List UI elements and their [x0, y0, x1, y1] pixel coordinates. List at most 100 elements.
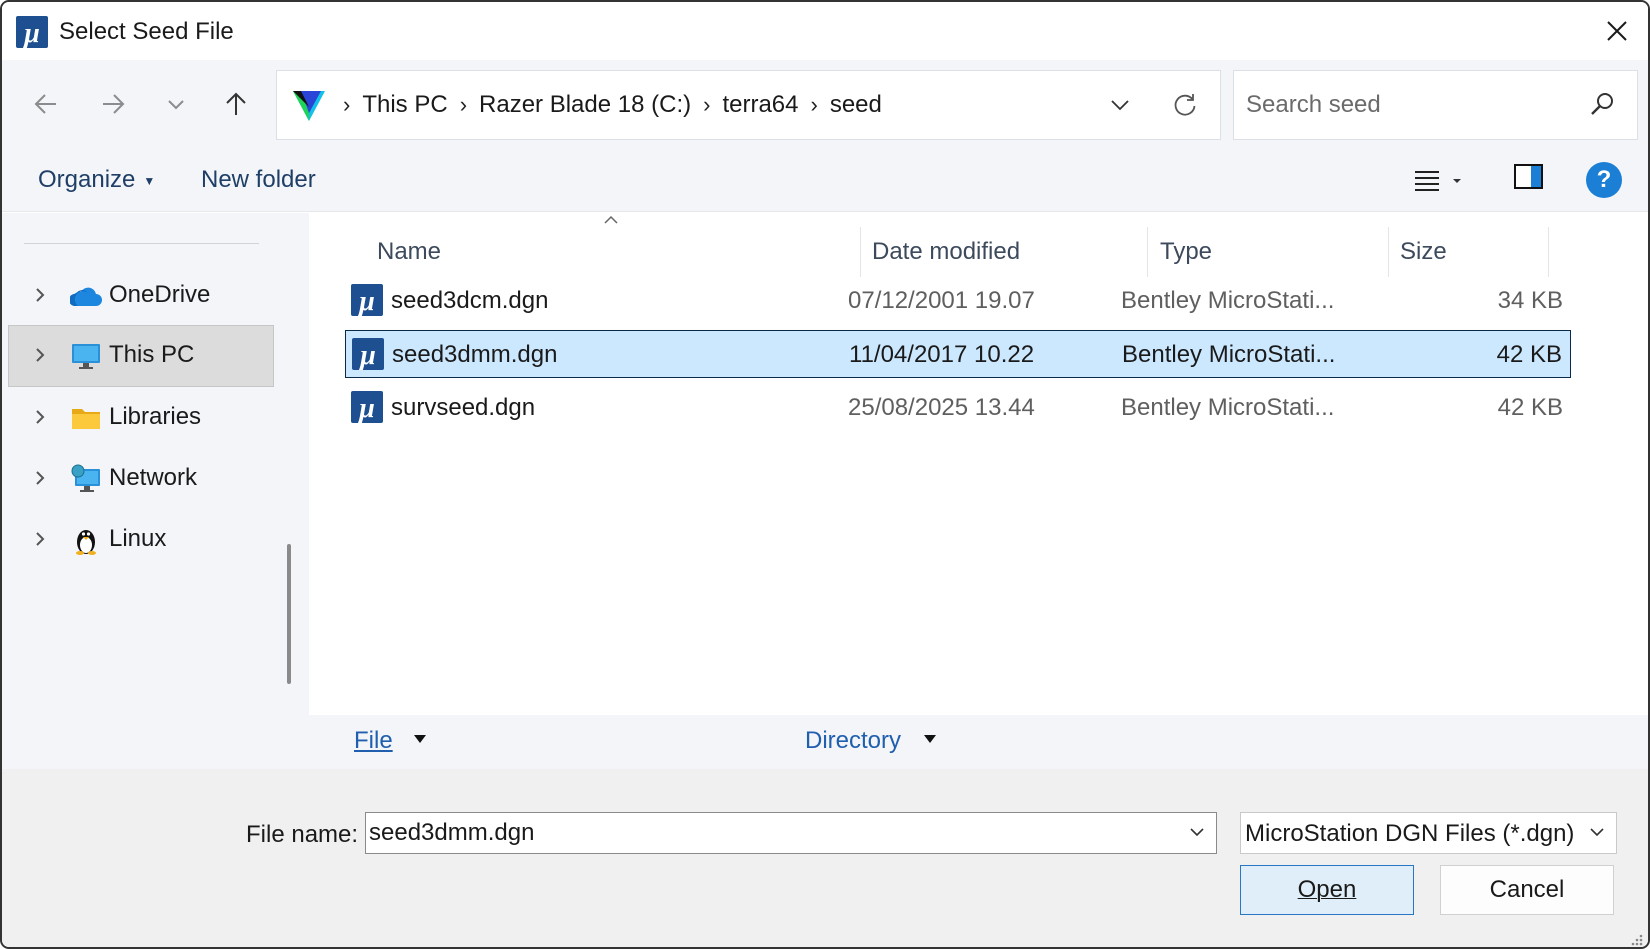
column-header-type[interactable]: Type [1160, 227, 1212, 277]
chevron-right-icon[interactable] [30, 345, 50, 365]
file-row-seed3dcm[interactable]: μ seed3dcm.dgn 07/12/2001 19.07 Bentley … [345, 277, 1571, 325]
column-divider[interactable] [1147, 227, 1148, 277]
address-history-button[interactable] [1102, 87, 1138, 123]
sidebar-scrollbar[interactable] [287, 544, 291, 684]
file-row-survseed[interactable]: μ survseed.dgn 25/08/2025 13.44 Bentley … [345, 384, 1571, 432]
sidebar-divider [24, 243, 259, 244]
chevron-right-icon[interactable] [30, 407, 50, 427]
sidebar-scroll-gutter [277, 213, 309, 715]
file-date: 11/04/2017 10.22 [849, 341, 1035, 368]
column-header-name[interactable]: Name [377, 227, 441, 277]
caret-down-icon: ▼ [143, 173, 156, 188]
breadcrumb-separator-icon: › [343, 92, 351, 117]
terra-logo-icon [293, 91, 325, 121]
breadcrumb-this-pc[interactable]: This PC [362, 91, 447, 119]
sidebar-item-linux[interactable]: Linux [8, 509, 274, 571]
preview-pane-button[interactable] [1514, 164, 1548, 198]
file-name: survseed.dgn [391, 394, 536, 421]
up-button[interactable] [216, 84, 256, 124]
file-type-select[interactable]: MicroStation DGN Files (*.dgn) [1240, 812, 1617, 854]
svg-text:μ: μ [358, 340, 376, 370]
microstation-file-icon: μ [351, 391, 383, 423]
sidebar-item-label: This PC [109, 341, 195, 368]
column-divider[interactable] [1548, 227, 1549, 277]
breadcrumb-drive[interactable]: Razer Blade 18 (C:) [479, 91, 691, 119]
chevron-down-icon[interactable] [1188, 825, 1206, 839]
chevron-down-icon [168, 100, 184, 110]
network-icon [71, 464, 100, 492]
close-button[interactable] [1600, 14, 1634, 48]
file-row-seed3dmm[interactable]: μ seed3dmm.dgn 11/04/2017 10.22 Bentley … [345, 330, 1571, 378]
change-view-button[interactable] [1414, 164, 1476, 198]
sidebar-item-label: Network [109, 464, 198, 491]
forward-button[interactable] [93, 84, 133, 124]
file-mode-label: File [354, 727, 393, 754]
arrow-right-icon [103, 94, 125, 114]
file-mode-dropdown-icon[interactable] [412, 733, 428, 745]
column-divider[interactable] [1388, 227, 1389, 277]
column-divider[interactable] [860, 227, 861, 277]
breadcrumb-separator-icon[interactable]: › [703, 92, 710, 118]
chevron-right-icon[interactable] [30, 529, 50, 549]
help-button[interactable]: ? [1586, 162, 1622, 198]
file-type-value: MicroStation DGN Files (*.dgn) [1245, 820, 1575, 847]
sidebar-item-libraries[interactable]: Libraries [8, 387, 274, 449]
select-seed-file-dialog: μ Select Seed File › This PC › Razer Bla… [0, 0, 1650, 949]
new-folder-button[interactable]: New folder [201, 166, 316, 194]
monitor-icon [72, 344, 100, 369]
chevron-right-icon[interactable] [30, 285, 50, 305]
sidebar-item-label: OneDrive [109, 281, 211, 308]
refresh-icon [1174, 94, 1196, 116]
file-mode-link[interactable]: File [354, 727, 393, 755]
microstation-file-icon: μ [352, 338, 384, 370]
breadcrumb-separator-icon[interactable]: › [810, 92, 817, 118]
open-button[interactable]: Open [1240, 865, 1414, 915]
file-name: seed3dcm.dgn [391, 287, 549, 314]
close-icon [1607, 21, 1627, 41]
window-title: Select Seed File [59, 18, 234, 45]
navigation-pane: OneDrive This PC Libraries Network Linux [2, 213, 277, 715]
search-input[interactable] [1246, 87, 1576, 123]
resize-grip-icon[interactable] [1628, 931, 1644, 947]
directory-mode-link[interactable]: Directory [805, 727, 901, 755]
organize-label: Organize [38, 166, 136, 193]
sidebar-item-network[interactable]: Network [8, 448, 274, 510]
details-view-icon [1415, 171, 1439, 191]
sort-ascending-icon [604, 215, 618, 224]
cancel-button[interactable]: Cancel [1440, 865, 1614, 915]
title-bar: μ Select Seed File [2, 2, 1648, 60]
file-name: seed3dmm.dgn [392, 341, 558, 368]
svg-text:μ: μ [22, 18, 40, 48]
selection-mode-strip: File Directory [2, 715, 1648, 769]
breadcrumb-terra64[interactable]: terra64 [722, 91, 798, 119]
directory-mode-dropdown-icon[interactable] [922, 733, 938, 745]
search-box[interactable] [1233, 70, 1638, 140]
sidebar-item-this-pc[interactable]: This PC [8, 325, 274, 387]
file-date: 07/12/2001 19.07 [848, 287, 1035, 314]
file-name-input[interactable] [369, 817, 1169, 849]
svg-text:μ: μ [357, 286, 375, 316]
column-header-size[interactable]: Size [1400, 227, 1447, 277]
refresh-button[interactable] [1167, 87, 1203, 123]
file-type: Bentley MicroStati... [1121, 394, 1335, 421]
chevron-right-icon[interactable] [30, 468, 50, 488]
folder-icon [72, 409, 100, 429]
file-size: 42 KB [1496, 341, 1562, 368]
column-header-date-modified[interactable]: Date modified [872, 227, 1020, 277]
preview-pane-icon [1514, 164, 1543, 189]
caret-down-icon [1453, 179, 1461, 183]
command-toolbar: Organize ▼ New folder ? [2, 150, 1648, 212]
address-bar[interactable]: › This PC › Razer Blade 18 (C:) › terra6… [276, 70, 1221, 140]
back-button[interactable] [26, 84, 66, 124]
breadcrumb: › This PC › Razer Blade 18 (C:) › terra6… [331, 71, 882, 139]
breadcrumb-separator-icon[interactable]: › [460, 92, 467, 118]
recent-locations-button[interactable] [156, 84, 196, 124]
sidebar-item-label: Libraries [109, 403, 202, 430]
arrow-left-icon [34, 94, 56, 114]
open-button-label: Open [1297, 876, 1357, 903]
breadcrumb-seed[interactable]: seed [830, 91, 882, 119]
sidebar-item-onedrive[interactable]: OneDrive [8, 265, 274, 327]
file-size: 42 KB [1497, 394, 1563, 421]
organize-button[interactable]: Organize ▼ [38, 166, 155, 194]
file-name-combobox[interactable] [365, 812, 1217, 854]
